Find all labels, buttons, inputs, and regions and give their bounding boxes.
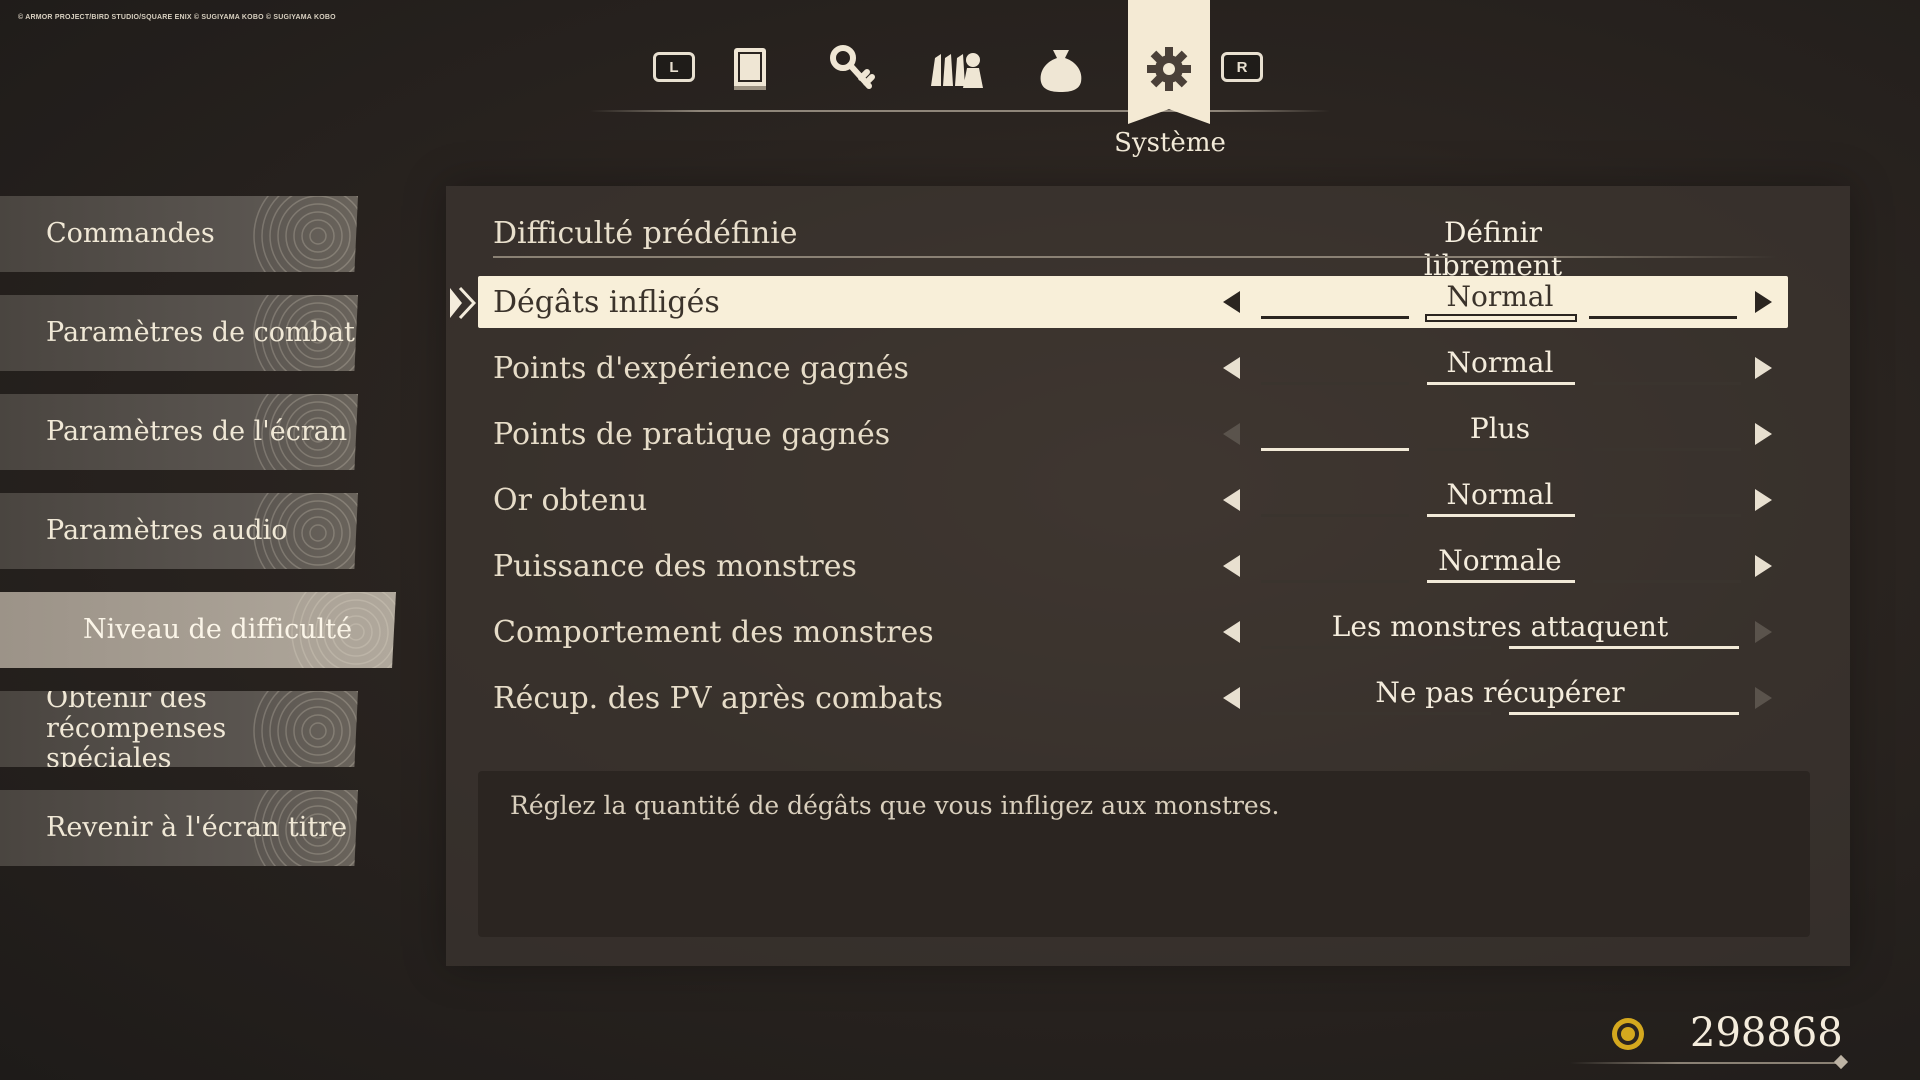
sidebar-item-rewards[interactable]: Obtenir des récompenses spéciales — [0, 691, 358, 767]
option-label: Puissance des monstres — [493, 549, 857, 584]
sidebar-item-screen[interactable]: Paramètres de l'écran — [0, 394, 358, 470]
arrow-right-icon[interactable] — [1755, 291, 1772, 313]
arrow-left-icon[interactable] — [1223, 687, 1240, 709]
level-indicator — [1261, 712, 1741, 718]
tab-label: Système — [1114, 128, 1226, 158]
option-label: Points de pratique gagnés — [493, 417, 891, 452]
key-icon[interactable] — [823, 40, 883, 100]
gold-amount: 298868 — [1690, 1010, 1843, 1056]
gold-coin-icon — [1612, 1018, 1644, 1050]
nav-divider — [590, 110, 1330, 112]
copyright-text: © ARMOR PROJECT/BIRD STUDIO/SQUARE ENIX … — [18, 14, 336, 21]
l-button[interactable]: L — [653, 52, 695, 82]
sidebar-item-commands[interactable]: Commandes — [0, 196, 358, 272]
preset-value: Définir librement — [1423, 216, 1563, 282]
arrow-right-icon[interactable] — [1755, 621, 1772, 643]
sidebar-item-title-screen[interactable]: Revenir à l'écran titre — [0, 790, 358, 866]
option-value: Normal — [1446, 280, 1554, 313]
sidebar-item-combat[interactable]: Paramètres de combat — [0, 295, 358, 371]
sidebar-item-label: Paramètres de l'écran — [46, 416, 348, 447]
arrow-right-icon[interactable] — [1755, 555, 1772, 577]
description-text: Réglez la quantité de dégâts que vous in… — [510, 791, 1280, 820]
option-label: Points d'expérience gagnés — [493, 351, 909, 386]
level-indicator — [1261, 514, 1741, 520]
option-value: Normale — [1438, 544, 1562, 577]
option-value: Normal — [1446, 478, 1554, 511]
arrow-right-icon[interactable] — [1755, 423, 1772, 445]
arrow-left-icon[interactable] — [1223, 357, 1240, 379]
sidebar-item-difficulty[interactable]: Niveau de difficulté — [0, 592, 396, 668]
option-row-experience[interactable]: Points d'expérience gagnés Normal — [478, 342, 1788, 394]
option-label: Récup. des PV après combats — [493, 681, 943, 716]
book-icon[interactable] — [720, 40, 780, 100]
sidebar-item-label: Niveau de difficulté — [83, 614, 353, 645]
preset-divider — [493, 256, 1777, 258]
option-row-gold[interactable]: Or obtenu Normal — [478, 474, 1788, 526]
option-row-practice[interactable]: Points de pratique gagnés Plus — [478, 408, 1788, 460]
gold-display: 298868 — [1570, 1008, 1850, 1070]
option-row-monster-power[interactable]: Puissance des monstres Normale — [478, 540, 1788, 592]
system-tab[interactable] — [1128, 0, 1210, 124]
option-label: Dégâts infligés — [493, 285, 720, 320]
gear-icon — [1147, 47, 1191, 91]
sidebar-item-label: Commandes — [46, 218, 215, 249]
option-value: Ne pas récupérer — [1375, 676, 1625, 709]
option-row-damage[interactable]: Dégâts infligés Normal — [450, 276, 1788, 328]
arrow-left-icon[interactable] — [1223, 423, 1240, 445]
level-indicator — [1261, 382, 1741, 388]
swirl-decoration — [253, 196, 358, 272]
selection-cursor-icon — [450, 286, 476, 320]
arrow-left-icon[interactable] — [1223, 621, 1240, 643]
sidebar-item-label: Revenir à l'écran titre — [46, 812, 348, 843]
diamond-icon — [1833, 1054, 1849, 1070]
arrow-left-icon[interactable] — [1223, 291, 1240, 313]
arrow-right-icon[interactable] — [1755, 489, 1772, 511]
party-icon[interactable] — [927, 40, 987, 100]
gold-divider — [1570, 1062, 1840, 1064]
description-box: Réglez la quantité de dégâts que vous in… — [478, 771, 1810, 937]
option-label: Comportement des monstres — [493, 615, 934, 650]
option-row-monster-behavior[interactable]: Comportement des monstres Les monstres a… — [478, 606, 1788, 658]
sidebar-item-audio[interactable]: Paramètres audio — [0, 493, 358, 569]
sidebar-item-label: Obtenir des récompenses spéciales — [46, 683, 227, 774]
option-label: Or obtenu — [493, 483, 648, 518]
arrow-left-icon[interactable] — [1223, 489, 1240, 511]
option-value: Plus — [1469, 412, 1531, 445]
preset-label: Difficulté prédéfinie — [493, 216, 798, 251]
option-row-hp-recovery[interactable]: Récup. des PV après combats Ne pas récup… — [478, 672, 1788, 724]
r-button[interactable]: R — [1221, 52, 1263, 82]
level-indicator — [1261, 448, 1741, 454]
sidebar-item-label: Paramètres de combat — [46, 317, 355, 348]
top-nav: L R Système — [590, 0, 1330, 170]
arrow-right-icon[interactable] — [1755, 357, 1772, 379]
option-value: Les monstres attaquent — [1331, 610, 1669, 643]
level-indicator — [1261, 314, 1741, 322]
bag-icon[interactable] — [1031, 40, 1091, 100]
preset-row[interactable]: Difficulté prédéfinie Définir librement — [493, 212, 1777, 282]
option-value: Normal — [1446, 346, 1554, 379]
arrow-right-icon[interactable] — [1755, 687, 1772, 709]
sidebar-item-label: Paramètres audio — [46, 515, 288, 546]
arrow-left-icon[interactable] — [1223, 555, 1240, 577]
level-indicator — [1261, 646, 1741, 652]
level-indicator — [1261, 580, 1741, 586]
